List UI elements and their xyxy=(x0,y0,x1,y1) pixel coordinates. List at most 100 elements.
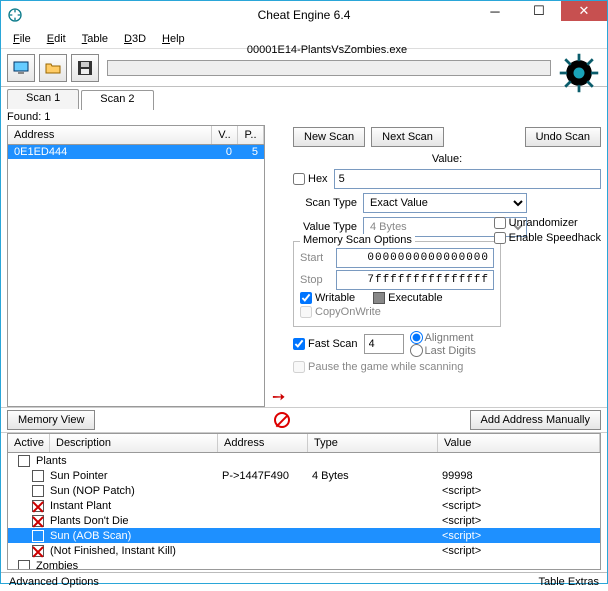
executable-label: Executable xyxy=(388,292,442,304)
scan-type-select[interactable]: Exact Value xyxy=(363,193,527,213)
floppy-icon xyxy=(77,60,93,76)
cow-checkbox xyxy=(300,306,312,318)
value-type-label: Value Type xyxy=(293,221,357,233)
table-row[interactable]: Plants xyxy=(8,453,600,468)
advanced-options[interactable]: Advanced Options xyxy=(9,576,99,588)
writable-label: Writable xyxy=(315,292,355,304)
speedhack-checkbox[interactable] xyxy=(494,232,506,244)
table-row[interactable]: (Not Finished, Instant Kill) <script> xyxy=(8,543,600,558)
last-digits-label: Last Digits xyxy=(425,345,476,357)
progress-bar xyxy=(107,60,551,76)
table-row[interactable]: Sun PointerP->1447F4904 Bytes99998 xyxy=(8,468,600,483)
row-value: <script> xyxy=(442,545,600,557)
add-to-list-arrow-icon[interactable]: ➘ xyxy=(267,385,291,409)
row-address: P->1447F490 xyxy=(222,470,312,482)
table-extras[interactable]: Table Extras xyxy=(538,576,599,588)
open-file-button[interactable] xyxy=(39,54,67,82)
mem-opts-legend: Memory Scan Options xyxy=(300,234,415,246)
col-address[interactable]: Address xyxy=(8,126,212,144)
table-row[interactable]: Plants Don't Die <script> xyxy=(8,513,600,528)
cheat-engine-logo-icon[interactable] xyxy=(557,51,601,95)
unrandomizer-checkbox[interactable] xyxy=(494,217,506,229)
scan-type-label: Scan Type xyxy=(293,197,357,209)
fast-scan-checkbox[interactable] xyxy=(293,338,305,350)
active-checkbox[interactable] xyxy=(32,545,44,557)
clear-list-icon[interactable] xyxy=(274,412,290,428)
maximize-button[interactable]: ☐ xyxy=(517,1,561,21)
result-value: 0 xyxy=(212,145,238,159)
minimize-button[interactable]: ─ xyxy=(473,1,517,21)
add-address-manually-button[interactable]: Add Address Manually xyxy=(470,410,601,430)
row-type: 4 Bytes xyxy=(312,470,442,482)
active-checkbox[interactable] xyxy=(32,500,44,512)
monitor-icon xyxy=(13,60,29,76)
open-process-button[interactable] xyxy=(7,54,35,82)
active-checkbox[interactable] xyxy=(18,455,30,467)
table-row[interactable]: Zombies xyxy=(8,558,600,570)
save-button[interactable] xyxy=(71,54,99,82)
active-checkbox[interactable] xyxy=(18,560,30,571)
alignment-radio[interactable] xyxy=(410,331,423,344)
value-label: Value: xyxy=(293,153,601,165)
value-input[interactable] xyxy=(334,169,601,189)
col-description[interactable]: Description xyxy=(50,434,218,452)
next-scan-button[interactable]: Next Scan xyxy=(371,127,444,147)
writable-checkbox[interactable] xyxy=(300,292,312,304)
row-value: <script> xyxy=(442,515,600,527)
col-address2[interactable]: Address xyxy=(218,434,308,452)
row-description: Sun (AOB Scan) xyxy=(48,530,222,542)
row-description: Sun Pointer xyxy=(48,470,222,482)
active-checkbox[interactable] xyxy=(32,485,44,497)
row-description: Instant Plant xyxy=(48,500,222,512)
col-value2[interactable]: Value xyxy=(438,434,600,452)
row-value: <script> xyxy=(442,530,600,542)
col-previous[interactable]: P.. xyxy=(238,126,264,144)
last-digits-radio[interactable] xyxy=(410,344,423,357)
row-description: Zombies xyxy=(34,560,222,571)
start-input[interactable] xyxy=(336,248,494,268)
table-row[interactable]: Instant Plant <script> xyxy=(8,498,600,513)
address-table[interactable]: PlantsSun PointerP->1447F4904 Bytes99998… xyxy=(7,452,601,570)
tab-scan-1[interactable]: Scan 1 xyxy=(7,89,79,109)
new-scan-button[interactable]: New Scan xyxy=(293,127,365,147)
row-value: 99998 xyxy=(442,470,600,482)
process-name: 00001E14-PlantsVsZombies.exe xyxy=(103,44,551,56)
row-description: Plants Don't Die xyxy=(48,515,222,527)
col-active[interactable]: Active xyxy=(8,434,50,452)
active-checkbox[interactable] xyxy=(32,530,44,542)
folder-open-icon xyxy=(45,60,61,76)
row-value: <script> xyxy=(442,500,600,512)
memory-view-button[interactable]: Memory View xyxy=(7,410,95,430)
menu-file[interactable]: File xyxy=(7,31,37,47)
undo-scan-button[interactable]: Undo Scan xyxy=(525,127,601,147)
tab-scan-2[interactable]: Scan 2 xyxy=(81,90,153,110)
start-label: Start xyxy=(300,252,330,264)
stop-input[interactable] xyxy=(336,270,494,290)
result-list[interactable]: 0E1ED444 0 5 xyxy=(7,144,265,407)
pause-checkbox xyxy=(293,361,305,373)
active-checkbox[interactable] xyxy=(32,515,44,527)
active-checkbox[interactable] xyxy=(32,470,44,482)
cow-label: CopyOnWrite xyxy=(315,306,381,318)
table-row[interactable]: Sun (AOB Scan) <script> xyxy=(8,528,600,543)
speedhack-label: Enable Speedhack xyxy=(509,232,601,244)
col-value[interactable]: V.. xyxy=(212,126,238,144)
executable-checkbox[interactable] xyxy=(373,292,385,304)
unrandomizer-label: Unrandomizer xyxy=(509,217,578,229)
row-description: Sun (NOP Patch) xyxy=(48,485,222,497)
fast-scan-label: Fast Scan xyxy=(308,338,358,350)
row-description: Plants xyxy=(34,455,222,467)
menu-edit[interactable]: Edit xyxy=(41,31,72,47)
col-type[interactable]: Type xyxy=(308,434,438,452)
row-value: <script> xyxy=(442,485,600,497)
close-button[interactable]: ✕ xyxy=(561,1,607,21)
result-row[interactable]: 0E1ED444 0 5 xyxy=(8,145,264,159)
hex-checkbox[interactable] xyxy=(293,173,305,185)
result-previous: 5 xyxy=(238,145,264,159)
pause-label: Pause the game while scanning xyxy=(308,361,463,373)
hex-label: Hex xyxy=(308,173,328,185)
row-description: (Not Finished, Instant Kill) xyxy=(48,545,222,557)
fast-scan-value[interactable] xyxy=(364,334,404,354)
stop-label: Stop xyxy=(300,274,330,286)
table-row[interactable]: Sun (NOP Patch) <script> xyxy=(8,483,600,498)
